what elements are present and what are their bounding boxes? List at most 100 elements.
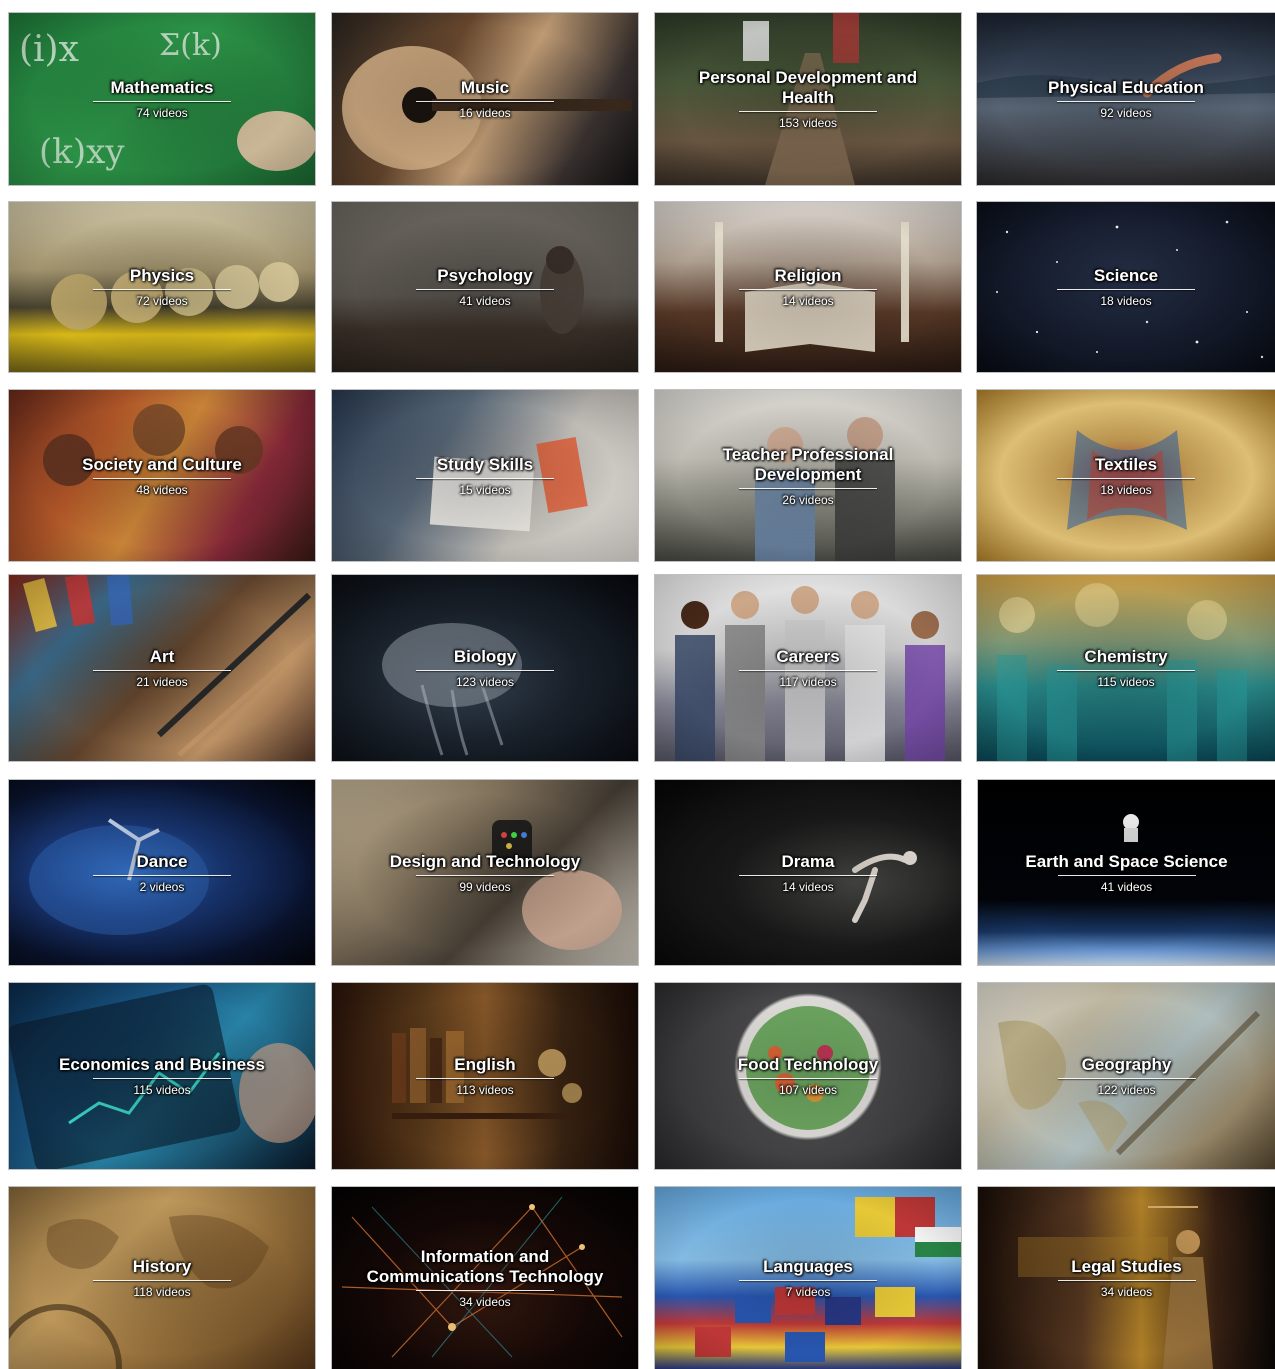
category-tile[interactable]: Careers 117 videos (655, 575, 961, 761)
caption-divider (416, 101, 554, 102)
category-tile[interactable]: Biology 123 videos (332, 575, 638, 761)
category-title: Psychology (437, 266, 533, 285)
caption-divider (1057, 1280, 1196, 1281)
tile-caption: Information and Communications Technolog… (332, 1187, 638, 1369)
tile-caption: Earth and Space Science 41 videos (978, 780, 1275, 965)
category-tile[interactable]: Study Skills 15 videos (332, 390, 638, 561)
category-tile[interactable]: History 118 videos (9, 1187, 315, 1369)
tile-caption: Study Skills 15 videos (332, 390, 638, 561)
tile-caption: Music 16 videos (332, 13, 638, 185)
video-count: 118 videos (133, 1285, 191, 1299)
video-count: 18 videos (1100, 294, 1152, 308)
category-tile[interactable]: Art 21 videos (9, 575, 315, 761)
category-title: Languages (763, 1257, 853, 1276)
tile-caption: Society and Culture 48 videos (9, 390, 315, 561)
category-tile[interactable]: Drama 14 videos (655, 780, 961, 965)
category-title: Society and Culture (82, 454, 242, 474)
caption-divider (93, 874, 231, 876)
caption-divider (1057, 477, 1195, 479)
category-tile[interactable]: Physical Education 92 videos (977, 13, 1275, 185)
category-tile[interactable]: Food Technology 107 videos (655, 983, 961, 1169)
category-tile[interactable]: Economics and Business 115 videos (9, 983, 315, 1169)
video-count: 34 videos (1100, 1285, 1153, 1299)
category-tile[interactable]: Science 18 videos (977, 202, 1275, 372)
video-count: 15 videos (459, 482, 511, 497)
category-title: Food Technology (737, 1055, 879, 1074)
tile-caption: Mathematics 74 videos (9, 13, 315, 185)
category-tile[interactable]: (i)x Σ(k) (k)xy Mathematics 74 videos (9, 13, 315, 185)
tile-caption: Biology 123 videos (332, 575, 638, 761)
category-title: Textiles (1094, 454, 1158, 474)
category-tile[interactable]: Personal Development and Health 153 vide… (655, 13, 961, 185)
caption-divider (1057, 1078, 1196, 1079)
category-title: Religion (774, 266, 842, 285)
video-count: 74 videos (136, 106, 188, 120)
tile-caption: Science 18 videos (977, 202, 1275, 372)
caption-divider (1057, 670, 1195, 671)
video-count: 2 videos (139, 879, 185, 894)
caption-divider (739, 487, 877, 489)
category-title: Chemistry (1084, 647, 1168, 666)
video-count: 115 videos (133, 1083, 191, 1097)
category-tile[interactable]: Teacher Professional Development 26 vide… (655, 390, 961, 561)
video-count: 92 videos (1100, 106, 1152, 120)
category-tile[interactable]: Design and Technology 99 videos (332, 780, 638, 965)
category-tile[interactable]: Information and Communications Technolog… (332, 1187, 638, 1369)
caption-divider (739, 670, 877, 671)
category-tile[interactable]: Music 16 videos (332, 13, 638, 185)
video-count: 48 videos (136, 482, 188, 497)
caption-divider (1057, 101, 1195, 102)
category-title: Drama (781, 851, 835, 871)
tile-caption: Personal Development and Health 153 vide… (655, 13, 961, 185)
category-tile[interactable]: Earth and Space Science 41 videos (978, 780, 1275, 965)
category-tile[interactable]: Chemistry 115 videos (977, 575, 1275, 761)
caption-divider (93, 477, 231, 479)
category-tile[interactable]: English 113 videos (332, 983, 638, 1169)
category-tile[interactable]: Legal Studies 34 videos (978, 1187, 1275, 1369)
tile-caption: Design and Technology 99 videos (332, 780, 638, 965)
category-tile[interactable]: Society and Culture 48 videos (9, 390, 315, 561)
caption-divider (416, 289, 554, 290)
category-title: History (132, 1257, 192, 1276)
category-title: Biology (453, 647, 517, 666)
caption-divider (739, 289, 877, 290)
category-tile[interactable]: Geography 122 videos (978, 983, 1275, 1169)
caption-divider (1057, 289, 1195, 290)
video-count: 21 videos (136, 675, 188, 689)
video-count: 113 videos (456, 1083, 514, 1097)
category-title: Economics and Business (59, 1055, 265, 1074)
category-title: Physics (129, 266, 195, 285)
category-tile[interactable]: Religion 14 videos (655, 202, 961, 372)
category-title: Teacher Professional Development (722, 444, 894, 484)
caption-divider (416, 1078, 554, 1079)
category-title: Physical Education (1048, 78, 1204, 97)
video-count: 18 videos (1100, 482, 1152, 497)
video-count: 41 videos (459, 294, 511, 308)
caption-divider (739, 111, 877, 112)
caption-divider (416, 670, 554, 671)
video-count: 14 videos (782, 879, 834, 894)
category-tile[interactable]: Languages 7 videos (655, 1187, 961, 1369)
video-count: 115 videos (1097, 675, 1155, 689)
tile-caption: Textiles 18 videos (977, 390, 1275, 561)
tile-caption: English 113 videos (332, 983, 638, 1169)
category-tile[interactable]: Textiles 18 videos (977, 390, 1275, 561)
category-title: Design and Technology (389, 851, 581, 871)
video-count: 41 videos (1100, 879, 1153, 894)
category-title: Legal Studies (1071, 1257, 1182, 1276)
caption-divider (739, 1078, 877, 1079)
caption-divider (93, 289, 231, 290)
video-count: 117 videos (779, 675, 837, 689)
category-title: English (454, 1055, 516, 1074)
category-title: Mathematics (110, 78, 214, 97)
category-tile[interactable]: Dance 2 videos (9, 780, 315, 965)
category-tile[interactable]: Psychology 41 videos (332, 202, 638, 372)
category-title: Music (460, 78, 510, 97)
category-title: Geography (1081, 1055, 1172, 1074)
tile-caption: Religion 14 videos (655, 202, 961, 372)
tile-caption: Dance 2 videos (9, 780, 315, 965)
category-title: Science (1093, 266, 1159, 285)
category-title: Art (149, 647, 175, 666)
video-count: 72 videos (136, 294, 188, 308)
category-tile[interactable]: Physics 72 videos (9, 202, 315, 372)
